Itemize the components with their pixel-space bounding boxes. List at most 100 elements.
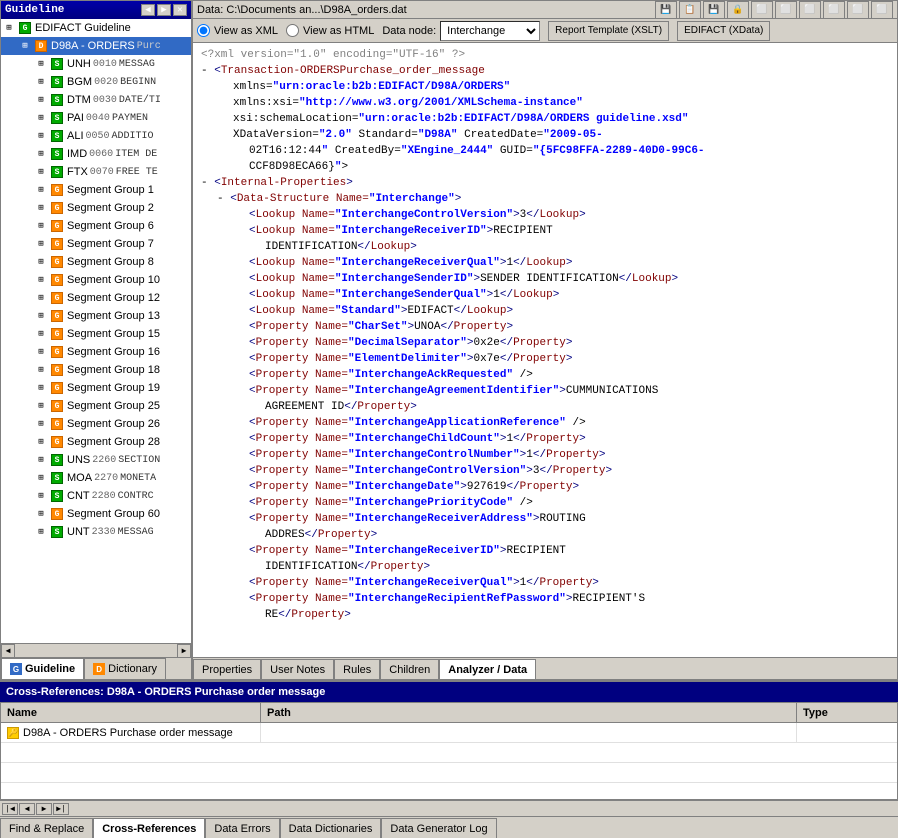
expand-icon[interactable]: ⊞ [33, 434, 49, 450]
toolbar-icon-7[interactable]: ⬜ [799, 1, 821, 19]
tree-item-sg18[interactable]: ⊞ G Segment Group 18 [1, 361, 191, 379]
vbtab-datagenerator[interactable]: Data Generator Log [381, 818, 496, 838]
tree-item-sg19[interactable]: ⊞ G Segment Group 19 [1, 379, 191, 397]
expand-icon[interactable]: ⊞ [33, 398, 49, 414]
expand-icon[interactable]: ⊞ [33, 254, 49, 270]
expand-icon[interactable]: ⊞ [33, 92, 49, 108]
edifact-btn[interactable]: EDIFACT (XData) [677, 21, 770, 41]
toolbar-icon-3[interactable]: 💾 [703, 1, 725, 19]
tree-item-imd[interactable]: ⊞ S IMD 0060 ITEM DE [1, 145, 191, 163]
tree-item-sg60[interactable]: ⊞ G Segment Group 60 [1, 505, 191, 523]
xml-content-scroll[interactable]: <?xml version="1.0" encoding="UTF-16" ?>… [193, 43, 897, 657]
toolbar-icon-6[interactable]: ⬜ [775, 1, 797, 19]
view-xml-radio[interactable] [197, 24, 210, 37]
tree-item-sg8[interactable]: ⊞ G Segment Group 8 [1, 253, 191, 271]
tree-item-sg28[interactable]: ⊞ G Segment Group 28 [1, 433, 191, 451]
scroll-track[interactable] [15, 644, 177, 657]
view-xml-group: View as XML [197, 24, 278, 37]
tree-item-sg16[interactable]: ⊞ G Segment Group 16 [1, 343, 191, 361]
view-html-radio[interactable] [286, 24, 299, 37]
expand-icon[interactable]: ⊞ [33, 362, 49, 378]
vbtab-crossrefs[interactable]: Cross-References [93, 818, 205, 838]
expand-icon[interactable]: ⊞ [33, 272, 49, 288]
tab-rules[interactable]: Rules [334, 659, 380, 679]
tree-item-moa[interactable]: ⊞ S MOA 2270 MONETA [1, 469, 191, 487]
table-row[interactable]: 🔑 D98A - ORDERS Purchase order message [1, 723, 897, 743]
close-btn[interactable]: ✕ [173, 4, 187, 16]
scroll-right-btn[interactable]: ▶ [177, 644, 191, 658]
expand-icon[interactable]: ⊞ [33, 110, 49, 126]
expand-icon[interactable]: ⊞ [33, 56, 49, 72]
toolbar-icon-4[interactable]: 🔒 [727, 1, 749, 19]
toolbar-icon-9[interactable]: ⬜ [847, 1, 869, 19]
report-template-btn[interactable]: Report Template (XSLT) [548, 21, 669, 41]
expand-icon[interactable]: ⊞ [33, 452, 49, 468]
expand-icon[interactable]: ⊞ [33, 236, 49, 252]
toolbar-icon-1[interactable]: 💾 [655, 1, 677, 19]
nav-back-btn[interactable]: ◀ [141, 4, 155, 16]
tree-item-pai[interactable]: ⊞ S PAI 0040 PAYMEN [1, 109, 191, 127]
data-node-select[interactable]: Interchange [440, 21, 540, 41]
expand-icon[interactable]: ⊞ [33, 308, 49, 324]
expand-icon[interactable]: ⊞ [33, 182, 49, 198]
tree-item-bgm[interactable]: ⊞ S BGM 0020 BEGINN [1, 73, 191, 91]
tree-item-ftx[interactable]: ⊞ S FTX 0070 FREE TE [1, 163, 191, 181]
expand-icon[interactable]: ⊞ [33, 416, 49, 432]
expand-icon[interactable]: ⊞ [33, 326, 49, 342]
tab-usernotes[interactable]: User Notes [261, 659, 334, 679]
toolbar-icon-10[interactable]: ⬜ [871, 1, 893, 19]
tree-item-edifact[interactable]: ⊞ G EDIFACT Guideline [1, 19, 191, 37]
nav-forward-btn[interactable]: ▶ [157, 4, 171, 16]
tree-item-d98a[interactable]: ⊞ D D98A - ORDERS Purc [1, 37, 191, 55]
tree-item-unt[interactable]: ⊞ S UNT 2330 MESSAG [1, 523, 191, 541]
nav-first-btn[interactable]: |◀ [2, 803, 18, 815]
expand-icon[interactable]: ⊞ [17, 38, 33, 54]
expand-icon[interactable]: ⊞ [33, 290, 49, 306]
tab-guideline[interactable]: G Guideline [1, 658, 84, 679]
tree-item-ali[interactable]: ⊞ S ALI 0050 ADDITIO [1, 127, 191, 145]
view-html-label: View as HTML [303, 25, 374, 37]
toolbar-icon-5[interactable]: ⬜ [751, 1, 773, 19]
tree-item-sg15[interactable]: ⊞ G Segment Group 15 [1, 325, 191, 343]
tree-item-sg12[interactable]: ⊞ G Segment Group 12 [1, 289, 191, 307]
expand-icon[interactable]: ⊞ [33, 200, 49, 216]
tree-item-dtm[interactable]: ⊞ S DTM 0030 DATE/TI [1, 91, 191, 109]
tree-item-unh[interactable]: ⊞ S UNH 0010 MESSAG [1, 55, 191, 73]
tree-item-sg1[interactable]: ⊞ G Segment Group 1 [1, 181, 191, 199]
nav-last-btn[interactable]: ▶| [53, 803, 69, 815]
vbtab-dataerrors[interactable]: Data Errors [205, 818, 279, 838]
nav-next-btn[interactable]: ▶ [36, 803, 52, 815]
expand-icon[interactable]: ⊞ [33, 506, 49, 522]
tree-item-sg10[interactable]: ⊞ G Segment Group 10 [1, 271, 191, 289]
tab-dictionary[interactable]: D Dictionary [84, 658, 166, 679]
expand-icon[interactable]: ⊞ [33, 344, 49, 360]
tree-item-sg25[interactable]: ⊞ G Segment Group 25 [1, 397, 191, 415]
expand-icon[interactable]: ⊞ [1, 20, 17, 36]
tree-item-uns[interactable]: ⊞ S UNS 2260 SECTION [1, 451, 191, 469]
tree-item-sg7[interactable]: ⊞ G Segment Group 7 [1, 235, 191, 253]
nav-prev-btn[interactable]: ◀ [19, 803, 35, 815]
expand-icon[interactable]: ⊞ [33, 146, 49, 162]
tree-item-sg26[interactable]: ⊞ G Segment Group 26 [1, 415, 191, 433]
tab-children[interactable]: Children [380, 659, 439, 679]
scroll-left-btn[interactable]: ◀ [1, 644, 15, 658]
expand-icon[interactable]: ⊞ [33, 128, 49, 144]
tree-item-sg13[interactable]: ⊞ G Segment Group 13 [1, 307, 191, 325]
expand-icon[interactable]: ⊞ [33, 488, 49, 504]
tree-item-sg6[interactable]: ⊞ G Segment Group 6 [1, 217, 191, 235]
td-type [797, 723, 897, 742]
expand-icon[interactable]: ⊞ [33, 74, 49, 90]
tab-properties[interactable]: Properties [193, 659, 261, 679]
vbtab-datadicts[interactable]: Data Dictionaries [280, 818, 382, 838]
tab-analyzerdata[interactable]: Analyzer / Data [439, 659, 536, 679]
expand-icon[interactable]: ⊞ [33, 164, 49, 180]
expand-icon[interactable]: ⊞ [33, 470, 49, 486]
expand-icon[interactable]: ⊞ [33, 524, 49, 540]
toolbar-icon-2[interactable]: 📋 [679, 1, 701, 19]
expand-icon[interactable]: ⊞ [33, 218, 49, 234]
tree-item-cnt[interactable]: ⊞ S CNT 2280 CONTRC [1, 487, 191, 505]
vbtab-findreplace[interactable]: Find & Replace [0, 818, 93, 838]
toolbar-icon-8[interactable]: ⬜ [823, 1, 845, 19]
expand-icon[interactable]: ⊞ [33, 380, 49, 396]
tree-item-sg2[interactable]: ⊞ G Segment Group 2 [1, 199, 191, 217]
